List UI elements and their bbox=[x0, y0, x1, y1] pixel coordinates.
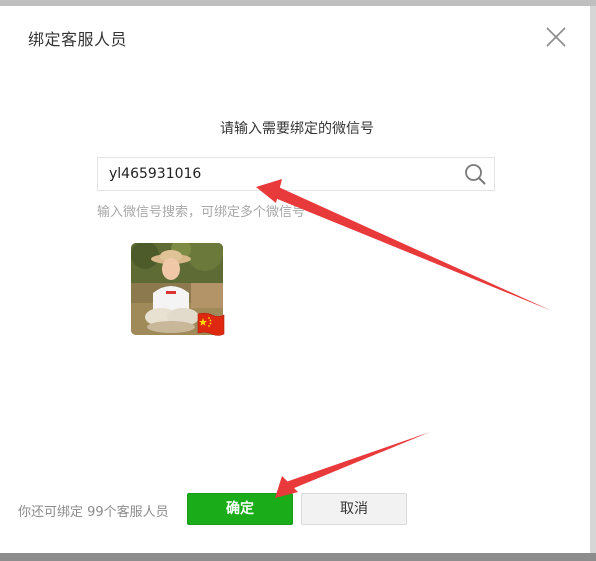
backdrop-bottom bbox=[0, 553, 596, 561]
cancel-button[interactable]: 取消 bbox=[301, 493, 407, 525]
dialog-title: 绑定客服人员 bbox=[28, 30, 128, 49]
wechat-id-search-box bbox=[97, 157, 495, 191]
backdrop-right bbox=[590, 6, 596, 553]
wechat-id-input[interactable] bbox=[98, 158, 448, 190]
bind-prompt: 请输入需要绑定的微信号 bbox=[220, 121, 374, 137]
close-icon[interactable] bbox=[543, 24, 569, 50]
china-flag-icon bbox=[194, 310, 226, 342]
search-icon[interactable] bbox=[464, 163, 486, 185]
confirm-button[interactable]: 确定 bbox=[187, 493, 293, 525]
bind-quota-text: 你还可绑定 99个客服人员 bbox=[18, 505, 169, 520]
bind-staff-dialog bbox=[0, 6, 590, 553]
search-hint: 输入微信号搜索，可绑定多个微信号 bbox=[97, 205, 306, 220]
